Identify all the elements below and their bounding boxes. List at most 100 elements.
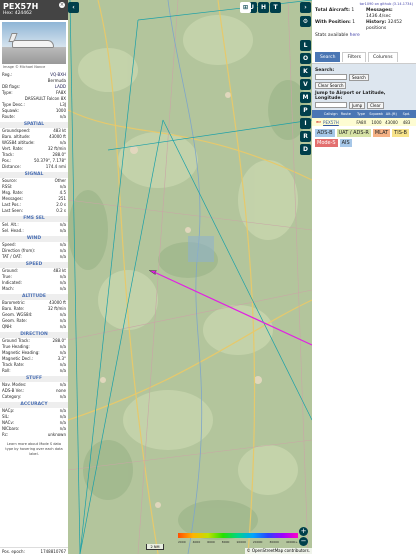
tab-filters[interactable]: Filters (342, 51, 366, 62)
layers-button[interactable]: ⊞ (240, 2, 251, 13)
colorbar-label: 20000 (252, 540, 263, 544)
jump-label: Jump to Airport or Latitude, Longitude: (315, 91, 386, 101)
source-badge: UAT / ADS-R (336, 129, 371, 137)
info-label: Type: (2, 90, 13, 95)
stat-key: Total Aircraft: (315, 8, 350, 13)
stats-grid: Total Aircraft: 1 Messages: 1436.4/sec Wit… (315, 8, 413, 31)
column-header[interactable]: Type (353, 112, 368, 116)
jump-button[interactable]: Jump (349, 102, 366, 109)
column-header[interactable]: Squawk (369, 112, 384, 116)
info-value: 174.4 nmi (45, 164, 66, 169)
zoom-out-button[interactable]: − (299, 537, 308, 546)
source-badge: AIS (339, 139, 352, 147)
info-label[interactable]: Sel. Head.: (2, 228, 24, 234)
aircraft-info-panel: PEX57H Hex: 424462 × Image © Michael Nan… (0, 0, 68, 554)
search-label: Search: (315, 68, 335, 73)
info-value: n/a (59, 228, 66, 233)
info-label: Route: (2, 114, 15, 119)
colorbar-label: 40000+ (285, 540, 298, 544)
map-button-d[interactable]: D (300, 144, 311, 155)
callsign-cell[interactable]: PEX57H (323, 120, 339, 125)
map-button-p[interactable]: P (300, 105, 311, 116)
aircraft-photo[interactable] (2, 22, 66, 64)
map-button-o[interactable]: O (300, 53, 311, 64)
map-button-v[interactable]: V (300, 79, 311, 90)
settings-gear-icon[interactable]: ⚙ (300, 16, 311, 27)
info-label[interactable]: Last Seen: (2, 208, 23, 214)
zoom-in-button[interactable]: + (299, 527, 308, 536)
photo-credit[interactable]: Image © Michael Nance (0, 64, 68, 72)
search-input[interactable] (315, 74, 347, 80)
back-arrow-icon[interactable]: ‹ (68, 2, 79, 13)
tab-search[interactable]: Search (315, 51, 341, 62)
search-button[interactable]: Search (349, 74, 369, 81)
info-label[interactable]: QNH: (2, 324, 13, 330)
jump-input[interactable] (315, 102, 347, 108)
tab-columns[interactable]: Columns (367, 51, 398, 62)
map-button-r[interactable]: R (300, 131, 311, 142)
column-header[interactable]: Route (338, 112, 353, 116)
version-link[interactable]: tar1090 on github (3.14.1734) (315, 2, 413, 6)
colorbar-label: 4000 (192, 540, 201, 544)
info-row: Last Seen: 0.2 s (0, 208, 68, 214)
source-badge: ADS-B (315, 129, 335, 137)
sidebar: tar1090 on github (3.14.1734) Total Airc… (312, 0, 416, 554)
info-label: Reg.: (2, 72, 13, 77)
close-icon[interactable]: × (59, 2, 65, 8)
stat-item: With Position: 1 (315, 20, 362, 31)
map-button-h[interactable]: H (258, 2, 269, 13)
clear-search-button[interactable]: Clear Search (315, 82, 347, 89)
info-value: unknown (47, 432, 66, 437)
info-label[interactable]: Category: (2, 394, 21, 400)
type-cell: FA8X (356, 119, 367, 125)
stat-key: History: (366, 20, 387, 25)
aircraft-table: Callsign Route Type Squawk Alt.(ft) Spd. BM P… (312, 110, 416, 126)
table-row[interactable]: BM PEX57H FA8X 1000 43000 483 (312, 118, 416, 126)
info-label[interactable]: Roll: (2, 368, 11, 374)
info-label[interactable]: Mach: (2, 286, 14, 292)
stat-item: History: 32452 positions (366, 20, 413, 31)
source-legend: ADS-B UAT / ADS-R MLAT TIS-B Mode-S AIS (312, 126, 416, 150)
stats-link[interactable]: here (350, 33, 360, 38)
info-row: Distance: 174.4 nmi (0, 164, 68, 170)
info-value: 0.2 s (56, 208, 66, 213)
map-button-m[interactable]: M (300, 92, 311, 103)
stat-value: 1 (352, 20, 356, 25)
flag-cell: BM (316, 120, 321, 124)
colorbar-labels: 2000 4000 6000 8000 10000 20000 30000 40000+ (178, 540, 298, 544)
collapse-sidebar-button[interactable]: › (300, 2, 311, 13)
info-row: Mach: n/a (0, 286, 68, 292)
column-header[interactable]: Spd. (399, 112, 414, 116)
map-button-l[interactable]: L (300, 40, 311, 51)
map-button-k[interactable]: K (300, 66, 311, 77)
stat-value: 1 (351, 8, 355, 13)
search-panel: Search: Search Clear Search Jump to Airp… (312, 64, 416, 110)
column-header[interactable]: Alt.(ft) (384, 112, 399, 116)
info-label[interactable]: Rc: (2, 432, 8, 438)
colorbar-label: 30000 (269, 540, 279, 544)
info-row: Route: n/a (0, 114, 68, 120)
callsign-title: PEX57H (3, 2, 39, 11)
map-view[interactable]: UHT ⊞ › ⚙ ‹ LOKVMPIRD 2 NM 2000 4000 6000 8… (68, 0, 312, 554)
hex-line: Hex: 424462 (3, 11, 32, 16)
table-header: Callsign Route Type Squawk Alt.(ft) Spd. (312, 110, 416, 118)
map-button-t[interactable]: T (270, 2, 281, 13)
info-label[interactable]: TAT / OAT: (2, 254, 22, 260)
colorbar-label: 6000 (207, 540, 215, 544)
info-value: n/a (59, 114, 66, 119)
info-row: Roll: n/a (0, 368, 68, 374)
info-value: n/a (59, 368, 66, 373)
info-header: PEX57H Hex: 424462 × (0, 0, 68, 20)
info-note: Learn more about Mode S data type by hov… (5, 442, 63, 456)
info-label[interactable]: Distance: (2, 164, 21, 170)
sidebar-header: tar1090 on github (3.14.1734) Total Airc… (312, 0, 416, 50)
column-header[interactable]: Callsign (323, 112, 338, 116)
colorbar-label: 8000 (221, 540, 230, 544)
map-button-i[interactable]: I (300, 118, 311, 129)
stats-available: Stats available here (315, 33, 360, 38)
source-badge: MLAT (372, 129, 391, 137)
clear-button[interactable]: Clear (367, 102, 384, 109)
info-value: n/a (59, 286, 66, 291)
zoom-controls: + − (299, 526, 308, 546)
map-attribution[interactable]: © OpenStreetMap contributors. (244, 548, 312, 554)
